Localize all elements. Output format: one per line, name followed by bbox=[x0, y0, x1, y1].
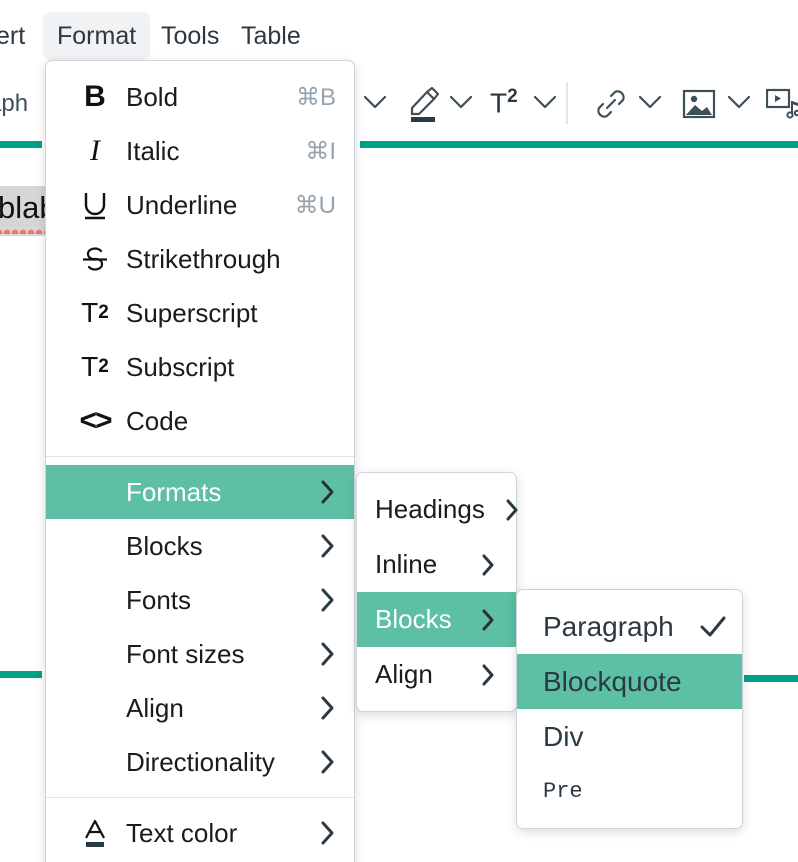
menu-item-underline[interactable]: Underline ⌘U bbox=[46, 178, 354, 232]
chevron-right-icon bbox=[320, 479, 336, 505]
media-icon[interactable] bbox=[764, 84, 798, 124]
underline-icon bbox=[64, 189, 126, 221]
menu-item-strikethrough[interactable]: Strikethrough bbox=[46, 232, 354, 286]
chevron-right-icon bbox=[481, 553, 496, 577]
blocks-submenu: Paragraph Blockquote Div Pre bbox=[516, 589, 743, 829]
submenu-item-align[interactable]: Align bbox=[357, 647, 516, 702]
block-format-value: raph bbox=[0, 90, 29, 117]
italic-icon: I bbox=[90, 134, 100, 167]
menu-separator bbox=[46, 456, 354, 457]
menu-item-label: Fonts bbox=[126, 584, 192, 615]
content-rule-top-left bbox=[0, 141, 42, 148]
block-option-label: Paragraph bbox=[543, 610, 674, 642]
image-icon[interactable] bbox=[680, 84, 718, 124]
menu-item-label: Underline bbox=[126, 189, 238, 220]
submenu-item-inline[interactable]: Inline bbox=[357, 537, 516, 592]
content-rule-bottom-right bbox=[744, 675, 798, 682]
menu-item-label: Italic bbox=[126, 135, 180, 166]
menu-item-label: Text color bbox=[126, 817, 238, 848]
menubar-item-label: Tools bbox=[161, 21, 220, 50]
menu-item-shortcut: ⌘U bbox=[294, 191, 336, 219]
menu-item-shortcut: ⌘I bbox=[305, 137, 336, 165]
menu-item-directionality[interactable]: Directionality bbox=[46, 735, 354, 789]
menu-item-shortcut: ⌘B bbox=[295, 83, 336, 111]
submenu-item-label: Inline bbox=[375, 549, 438, 579]
menu-item-subscript[interactable]: T2 Subscript bbox=[46, 340, 354, 394]
menu-item-label: Font sizes bbox=[126, 638, 245, 669]
text-color-icon bbox=[64, 816, 126, 850]
block-option-div[interactable]: Div bbox=[517, 709, 742, 764]
submenu-item-headings[interactable]: Headings bbox=[357, 482, 518, 537]
bold-icon: B bbox=[84, 80, 106, 113]
chevron-right-icon bbox=[505, 498, 520, 522]
menu-item-bold[interactable]: B Bold ⌘B bbox=[46, 70, 354, 124]
chevron-right-icon bbox=[320, 533, 336, 559]
menu-item-blocks[interactable]: Blocks bbox=[46, 519, 354, 573]
toolbar-separator bbox=[566, 82, 568, 124]
chevron-right-icon bbox=[320, 641, 336, 667]
menubar-item-table[interactable]: Table bbox=[227, 12, 315, 60]
menu-item-label: Code bbox=[126, 405, 189, 436]
menu-item-label: Bold bbox=[126, 81, 179, 112]
chevron-right-icon bbox=[320, 587, 336, 613]
submenu-item-label: Blocks bbox=[375, 604, 452, 634]
menu-item-formats[interactable]: Formats bbox=[46, 465, 354, 519]
menubar-item-label: Format bbox=[57, 21, 137, 50]
menu-item-fonts[interactable]: Fonts bbox=[46, 573, 354, 627]
menu-item-label: Strikethrough bbox=[126, 243, 281, 274]
submenu-item-label: Headings bbox=[375, 494, 485, 524]
chevron-down-icon[interactable] bbox=[444, 86, 478, 120]
block-option-label: Blockquote bbox=[543, 665, 682, 697]
chevron-right-icon bbox=[481, 663, 496, 687]
chevron-right-icon bbox=[481, 608, 496, 632]
block-option-label: Div bbox=[543, 720, 584, 752]
editor-window: ert Format Tools Table raph bbox=[0, 0, 798, 862]
menu-item-label: Directionality bbox=[126, 746, 275, 777]
highlight-pen-icon[interactable] bbox=[404, 82, 444, 126]
menu-item-code[interactable]: <> Code bbox=[46, 394, 354, 448]
block-format-dropdown[interactable]: raph bbox=[0, 90, 28, 118]
menu-item-label: Subscript bbox=[126, 351, 235, 382]
subscript-icon: T2 bbox=[81, 351, 109, 382]
submenu-item-blocks[interactable]: Blocks bbox=[357, 592, 516, 647]
menubar-item-label: ert bbox=[0, 21, 26, 50]
menu-item-label: Blocks bbox=[126, 530, 203, 561]
chevron-down-icon[interactable] bbox=[633, 86, 667, 120]
chevron-down-icon[interactable] bbox=[528, 86, 562, 120]
menu-item-font-sizes[interactable]: Font sizes bbox=[46, 627, 354, 681]
superscript-icon[interactable]: T2 bbox=[490, 86, 518, 119]
superscript-icon: T2 bbox=[81, 297, 109, 328]
content-rule-bottom-left bbox=[0, 671, 42, 678]
menubar-item-label: Table bbox=[241, 21, 301, 50]
menubar-item-insert[interactable]: ert bbox=[0, 12, 39, 60]
menu-item-label: Superscript bbox=[126, 297, 258, 328]
format-menu: B Bold ⌘B I Italic ⌘I Underline ⌘U Strik… bbox=[45, 60, 355, 862]
menu-item-italic[interactable]: I Italic ⌘I bbox=[46, 124, 354, 178]
menu-item-label: Align bbox=[126, 692, 184, 723]
block-option-label: Pre bbox=[543, 779, 583, 804]
submenu-item-label: Align bbox=[375, 659, 433, 689]
menu-item-align[interactable]: Align bbox=[46, 681, 354, 735]
link-icon[interactable] bbox=[592, 84, 630, 124]
block-option-pre[interactable]: Pre bbox=[517, 764, 742, 819]
chevron-right-icon bbox=[320, 749, 336, 775]
chevron-down-icon[interactable] bbox=[358, 86, 392, 120]
menubar-item-format[interactable]: Format bbox=[43, 12, 151, 60]
block-option-blockquote[interactable]: Blockquote bbox=[517, 654, 742, 709]
menubar-item-tools[interactable]: Tools bbox=[147, 12, 233, 60]
block-option-paragraph[interactable]: Paragraph bbox=[517, 599, 742, 654]
formats-submenu: Headings Inline Blocks Align bbox=[356, 472, 518, 712]
code-icon: <> bbox=[79, 404, 112, 437]
menu-separator bbox=[46, 797, 354, 798]
strikethrough-icon bbox=[64, 243, 126, 275]
content-rule-top-right bbox=[360, 141, 798, 148]
chevron-down-icon[interactable] bbox=[722, 86, 756, 120]
menu-item-label: Formats bbox=[126, 476, 222, 507]
chevron-right-icon bbox=[320, 695, 336, 721]
check-icon bbox=[698, 614, 728, 640]
menu-item-superscript[interactable]: T2 Superscript bbox=[46, 286, 354, 340]
menu-item-text-color[interactable]: Text color bbox=[46, 806, 354, 860]
chevron-right-icon bbox=[320, 820, 336, 846]
